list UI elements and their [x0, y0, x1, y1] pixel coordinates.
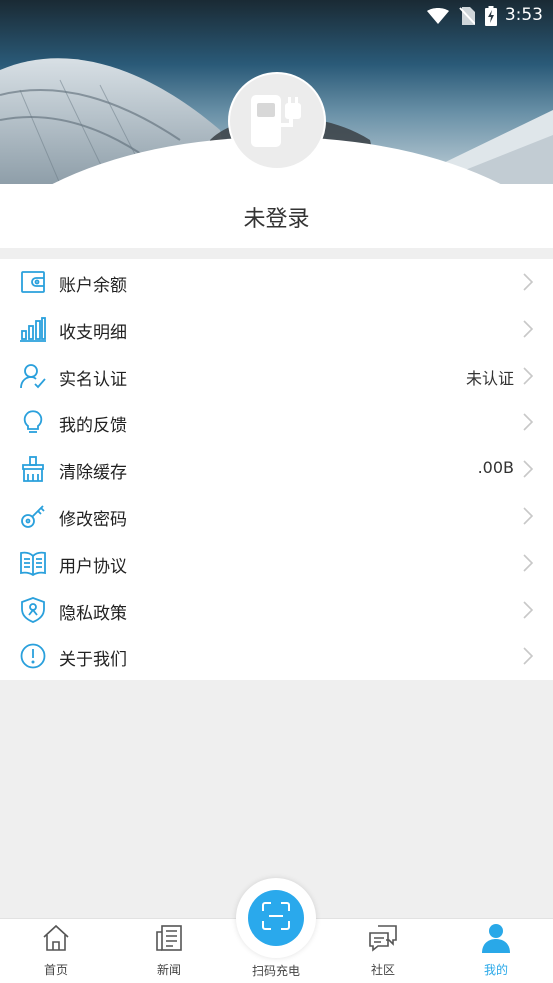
menu-item-transactions[interactable]: 收支明细 — [0, 306, 553, 353]
menu-value: .00B — [477, 458, 514, 478]
chevron-right-icon — [523, 320, 534, 338]
no-sim-icon — [459, 7, 476, 29]
tab-scan-label[interactable]: 扫码充电 — [226, 962, 326, 979]
shield-icon — [20, 596, 46, 623]
menu-label: 清除缓存 — [59, 463, 127, 484]
menu-label: 实名认证 — [59, 369, 127, 390]
chevron-right-icon — [523, 460, 534, 478]
menu-label: 收支明细 — [59, 322, 127, 343]
menu-label: 隐私政策 — [59, 603, 127, 624]
key-icon — [20, 503, 46, 529]
tab-community[interactable]: 社区 — [338, 919, 428, 983]
menu-label: 关于我们 — [59, 650, 127, 671]
status-bar: 3:53 — [0, 0, 553, 30]
avatar[interactable] — [228, 72, 326, 170]
tab-label: 社区 — [370, 963, 395, 977]
menu-item-balance[interactable]: 账户余额 — [0, 259, 553, 306]
scan-icon — [261, 901, 291, 935]
settings-menu: 账户余额 收支明细 实名认证 未认证 我的反馈 清除缓存 .00B 修改密码 用… — [0, 259, 553, 681]
person-icon — [481, 923, 511, 953]
wifi-icon — [427, 8, 449, 28]
lightbulb-icon — [20, 409, 46, 435]
chevron-right-icon — [523, 507, 534, 525]
bar-chart-icon — [20, 316, 46, 342]
tab-label: 新闻 — [156, 963, 181, 977]
menu-label: 用户协议 — [59, 556, 127, 577]
info-icon — [20, 643, 46, 669]
tab-label: 我的 — [483, 963, 508, 977]
chevron-right-icon — [523, 413, 534, 431]
battery-charging-icon — [485, 6, 497, 30]
home-icon — [41, 923, 71, 953]
chevron-right-icon — [523, 601, 534, 619]
chevron-right-icon — [523, 647, 534, 665]
menu-label: 账户余额 — [59, 276, 127, 296]
chevron-right-icon — [523, 273, 534, 291]
tab-home[interactable]: 首页 — [11, 919, 101, 983]
tab-news[interactable]: 新闻 — [124, 919, 214, 983]
tab-mine[interactable]: 我的 — [451, 919, 541, 983]
news-icon — [154, 923, 184, 953]
chevron-right-icon — [523, 554, 534, 572]
book-icon — [20, 550, 46, 576]
menu-item-about[interactable]: 关于我们 — [0, 633, 553, 680]
scan-charge-button[interactable] — [248, 890, 304, 946]
chat-icon — [368, 923, 398, 953]
menu-value: 未认证 — [465, 368, 514, 388]
menu-item-password[interactable]: 修改密码 — [0, 493, 553, 540]
tab-label: 首页 — [43, 963, 68, 977]
menu-label: 我的反馈 — [59, 416, 127, 437]
menu-item-agreement[interactable]: 用户协议 — [0, 540, 553, 587]
login-status-label[interactable]: 未登录 — [0, 201, 553, 233]
wallet-icon — [20, 269, 46, 295]
menu-item-feedback[interactable]: 我的反馈 — [0, 399, 553, 446]
profile-header: 3:53 未登录 — [0, 0, 553, 248]
chevron-right-icon — [523, 367, 534, 385]
status-time: 3:53 — [504, 5, 543, 25]
user-check-icon — [20, 363, 46, 389]
menu-label: 修改密码 — [59, 509, 127, 530]
menu-item-privacy[interactable]: 隐私政策 — [0, 587, 553, 634]
brush-icon — [20, 456, 46, 483]
menu-item-verification[interactable]: 实名认证 未认证 — [0, 353, 553, 400]
charging-station-icon — [245, 89, 309, 153]
menu-item-cache[interactable]: 清除缓存 .00B — [0, 446, 553, 493]
